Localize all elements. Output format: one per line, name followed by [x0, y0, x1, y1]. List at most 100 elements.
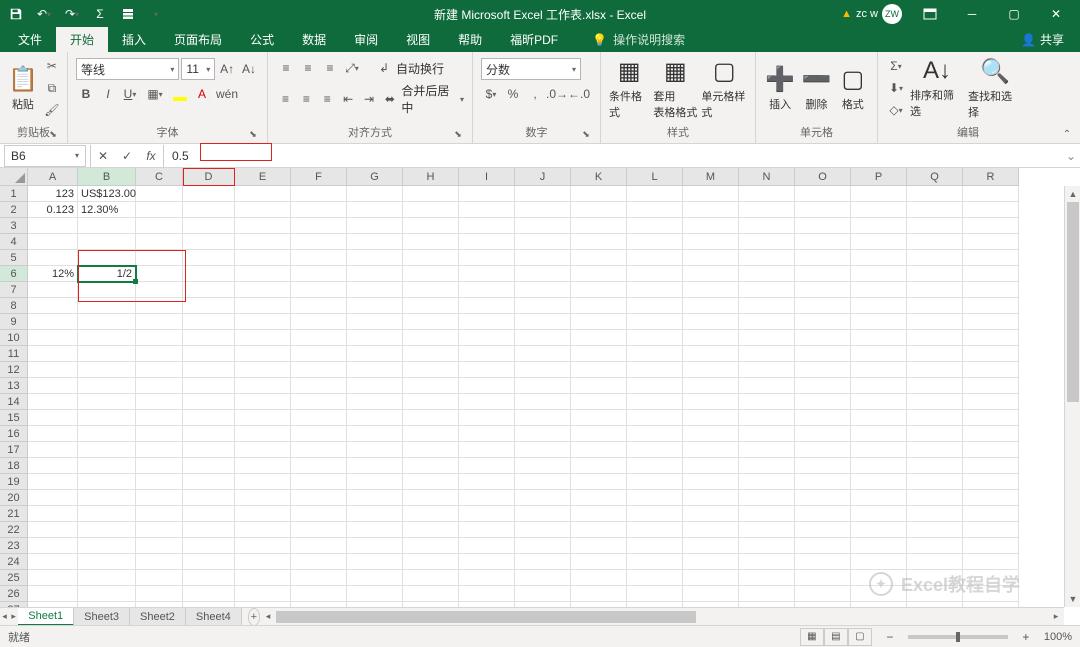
cell-B7[interactable] [78, 282, 136, 298]
cell-E25[interactable] [235, 570, 291, 586]
scroll-up-icon[interactable]: ▲ [1065, 186, 1080, 202]
row-header-26[interactable]: 26 [0, 586, 28, 602]
cell-B22[interactable] [78, 522, 136, 538]
cell-I1[interactable] [459, 186, 515, 202]
column-header-F[interactable]: F [291, 168, 347, 186]
paste-button[interactable]: 📋 粘贴 [8, 55, 38, 121]
currency-icon[interactable]: $▾ [481, 84, 501, 104]
wrap-text-button[interactable]: 自动换行 [396, 60, 444, 77]
cell-R12[interactable] [963, 362, 1019, 378]
cell-N22[interactable] [739, 522, 795, 538]
cell-A12[interactable] [28, 362, 78, 378]
cell-B3[interactable] [78, 218, 136, 234]
cell-C18[interactable] [136, 458, 183, 474]
tab-file[interactable]: 文件 [4, 27, 56, 52]
cell-N4[interactable] [739, 234, 795, 250]
cell-C22[interactable] [136, 522, 183, 538]
cell-R1[interactable] [963, 186, 1019, 202]
cell-I11[interactable] [459, 346, 515, 362]
enter-formula-icon[interactable]: ✓ [115, 145, 139, 167]
cell-K2[interactable] [571, 202, 627, 218]
cell-A8[interactable] [28, 298, 78, 314]
row-header-20[interactable]: 20 [0, 490, 28, 506]
cell-O11[interactable] [795, 346, 851, 362]
autosum-icon[interactable]: Σ [88, 3, 112, 25]
cell-A3[interactable] [28, 218, 78, 234]
cell-D11[interactable] [183, 346, 235, 362]
comma-icon[interactable]: , [525, 84, 545, 104]
cell-K10[interactable] [571, 330, 627, 346]
cell-D24[interactable] [183, 554, 235, 570]
cell-O20[interactable] [795, 490, 851, 506]
cell-D3[interactable] [183, 218, 235, 234]
cell-M6[interactable] [683, 266, 739, 282]
cell-H24[interactable] [403, 554, 459, 570]
cell-K9[interactable] [571, 314, 627, 330]
cell-I10[interactable] [459, 330, 515, 346]
vscroll-thumb[interactable] [1067, 202, 1079, 402]
cell-B18[interactable] [78, 458, 136, 474]
row-header-23[interactable]: 23 [0, 538, 28, 554]
cell-K8[interactable] [571, 298, 627, 314]
align-top-icon[interactable]: ≡ [276, 58, 296, 78]
cell-C17[interactable] [136, 442, 183, 458]
cell-M21[interactable] [683, 506, 739, 522]
cell-N9[interactable] [739, 314, 795, 330]
cell-B14[interactable] [78, 394, 136, 410]
cell-D15[interactable] [183, 410, 235, 426]
row-header-25[interactable]: 25 [0, 570, 28, 586]
bold-button[interactable]: B [76, 84, 96, 104]
cell-L25[interactable] [627, 570, 683, 586]
cell-J4[interactable] [515, 234, 571, 250]
collapse-ribbon-icon[interactable]: ⌃ [1058, 125, 1076, 143]
cell-O13[interactable] [795, 378, 851, 394]
row-header-5[interactable]: 5 [0, 250, 28, 266]
cell-R11[interactable] [963, 346, 1019, 362]
cell-F20[interactable] [291, 490, 347, 506]
conditional-formatting-button[interactable]: ▦条件格式 [609, 55, 649, 121]
cell-O5[interactable] [795, 250, 851, 266]
cell-E18[interactable] [235, 458, 291, 474]
cell-J2[interactable] [515, 202, 571, 218]
sheet-tab-4[interactable]: Sheet4 [186, 608, 242, 626]
cell-K13[interactable] [571, 378, 627, 394]
cell-P15[interactable] [851, 410, 907, 426]
cell-M15[interactable] [683, 410, 739, 426]
tab-foxit-pdf[interactable]: 福昕PDF [496, 27, 572, 52]
sheet-tab-2[interactable]: Sheet3 [74, 608, 130, 626]
cell-K6[interactable] [571, 266, 627, 282]
cell-C7[interactable] [136, 282, 183, 298]
cell-D13[interactable] [183, 378, 235, 394]
alignment-launcher[interactable]: ⬊ [452, 129, 464, 141]
cell-G19[interactable] [347, 474, 403, 490]
align-right-icon[interactable]: ≡ [318, 89, 337, 109]
cell-A19[interactable] [28, 474, 78, 490]
row-header-16[interactable]: 16 [0, 426, 28, 442]
cell-B23[interactable] [78, 538, 136, 554]
cell-O21[interactable] [795, 506, 851, 522]
cell-G20[interactable] [347, 490, 403, 506]
cell-F3[interactable] [291, 218, 347, 234]
cell-H8[interactable] [403, 298, 459, 314]
row-header-2[interactable]: 2 [0, 202, 28, 218]
cell-Q1[interactable] [907, 186, 963, 202]
cell-M20[interactable] [683, 490, 739, 506]
cell-E8[interactable] [235, 298, 291, 314]
cell-I22[interactable] [459, 522, 515, 538]
cell-F23[interactable] [291, 538, 347, 554]
undo-icon[interactable]: ↶▾ [32, 3, 56, 25]
cell-I7[interactable] [459, 282, 515, 298]
cell-I2[interactable] [459, 202, 515, 218]
cell-E11[interactable] [235, 346, 291, 362]
cell-O18[interactable] [795, 458, 851, 474]
cell-C23[interactable] [136, 538, 183, 554]
tab-review[interactable]: 审阅 [340, 27, 392, 52]
cell-D25[interactable] [183, 570, 235, 586]
cell-O26[interactable] [795, 586, 851, 602]
cell-P7[interactable] [851, 282, 907, 298]
cell-B26[interactable] [78, 586, 136, 602]
cell-H4[interactable] [403, 234, 459, 250]
cell-A1[interactable]: 123 [28, 186, 78, 202]
cell-M17[interactable] [683, 442, 739, 458]
cell-N5[interactable] [739, 250, 795, 266]
